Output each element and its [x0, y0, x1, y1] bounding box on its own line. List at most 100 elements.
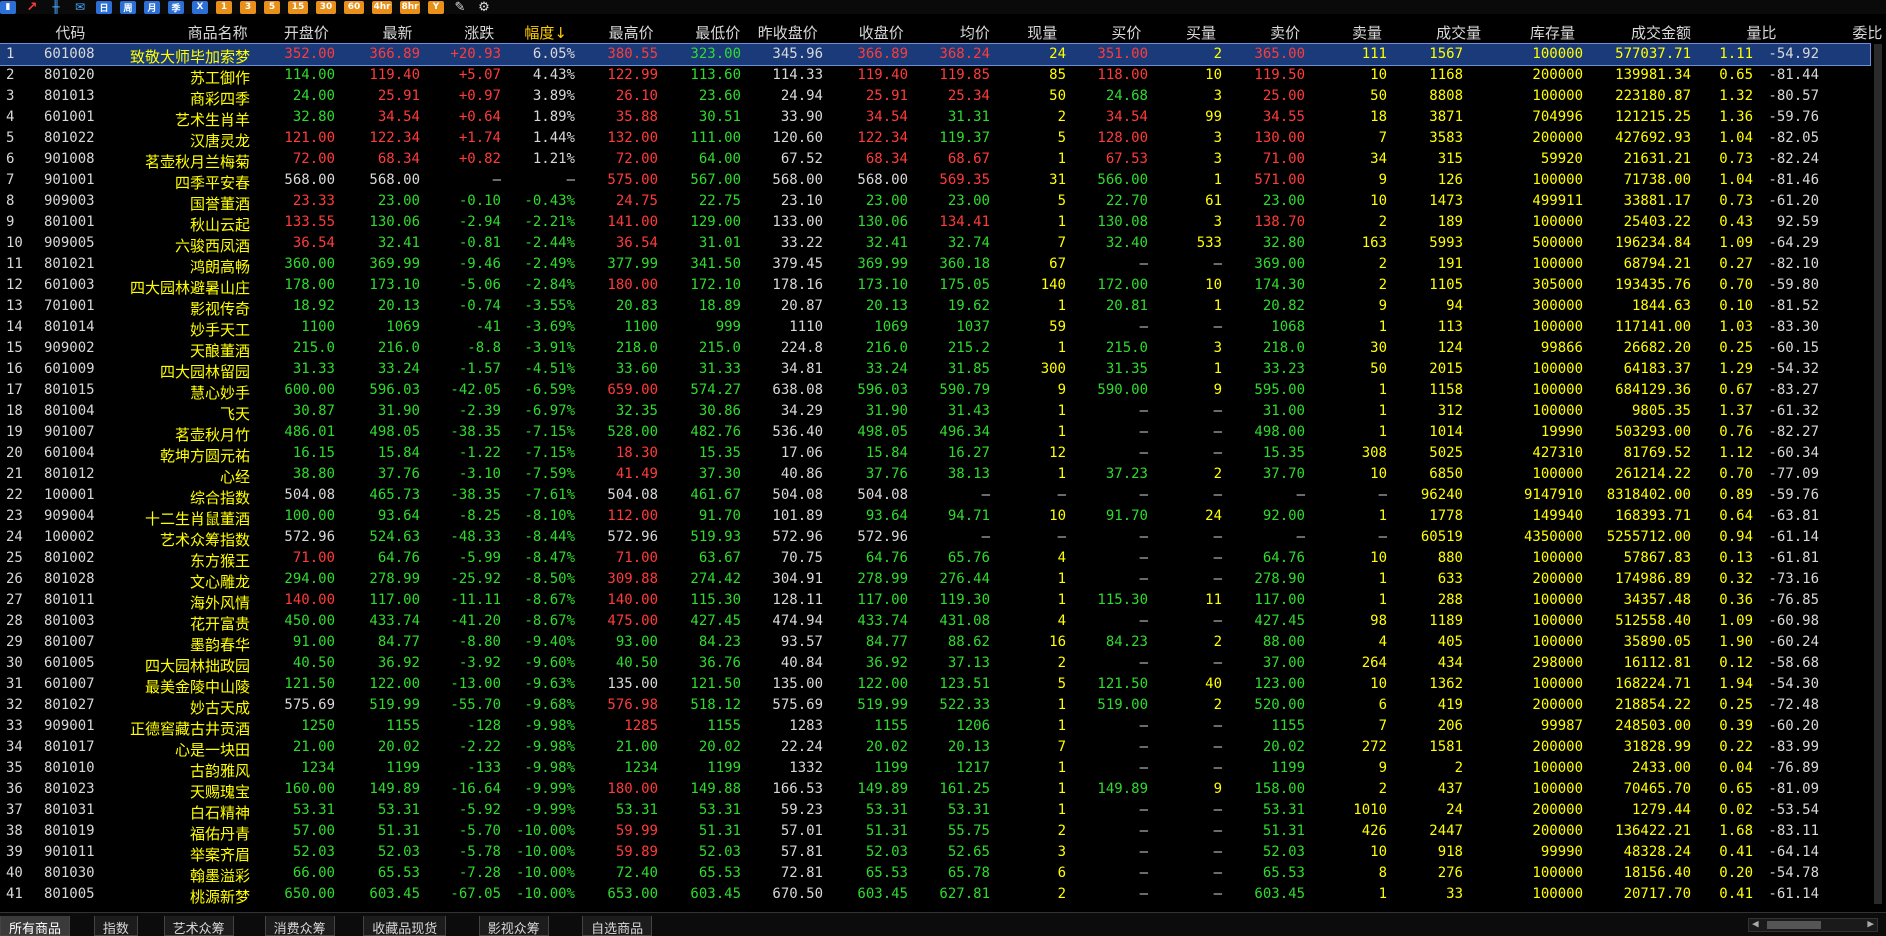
header-change[interactable]: 涨跌 — [464, 22, 494, 43]
header-bid-price[interactable]: 买价 — [1111, 22, 1141, 43]
header-ask-qty[interactable]: 卖量 — [1352, 22, 1382, 43]
table-row[interactable]: 7 901001 四季平安春 568.00 568.00 — — 575.00 567.00 56… — [0, 170, 1870, 192]
table-row[interactable]: 37 801031 白石精神 53.31 53.31 -5.92 -9.99% 53.31 53… — [0, 800, 1870, 822]
table-row[interactable]: 22 100001 综合指数 504.08 465.73 -38.35 -7.61% 504.… — [0, 485, 1870, 507]
table-row[interactable]: 18 801004 飞天 30.87 31.90 -2.39 -6.97% 32.35 30.8… — [0, 401, 1870, 423]
header-prev-close[interactable]: 昨收盘价 — [758, 22, 818, 43]
header-code[interactable]: 代码 — [55, 22, 85, 43]
period-5m-icon[interactable]: 5 — [264, 0, 280, 14]
table-row[interactable]: 35 801010 古韵雅风 1234 1199 -133 -9.98% 1234 1199 13… — [0, 758, 1870, 780]
horizontal-scrollbar-thumb[interactable] — [1767, 921, 1821, 929]
table-row[interactable]: 9 801001 秋山云起 133.55 130.06 -2.94 -2.21% 141.00… — [0, 212, 1870, 234]
scroll-right-icon[interactable]: ▶ — [1867, 917, 1874, 930]
header-open-price[interactable]: 开盘价 — [284, 22, 329, 43]
table-row[interactable]: 13 701001 影视传奇 18.92 20.13 -0.74 -3.55% 20.83 18… — [0, 296, 1870, 318]
table-row[interactable]: 29 801007 墨韵春华 91.00 84.77 -8.80 -9.40% 93.00 84… — [0, 632, 1870, 654]
table-row[interactable]: 30 601005 四大园林拙政园 40.50 36.92 -3.92 -9.60% 40.5… — [0, 653, 1870, 675]
table-row[interactable]: 38 801019 福佑丹青 57.00 51.31 -5.70 -10.00% 59.99 5… — [0, 821, 1870, 843]
header-ask-price[interactable]: 卖价 — [1270, 22, 1300, 43]
table-row[interactable]: 27 801011 海外风情 140.00 117.00 -11.11 -8.67% 140.… — [0, 590, 1870, 612]
table-row[interactable]: 32 801027 妙古天成 575.69 519.99 -55.70 -9.68% 576.… — [0, 695, 1870, 717]
kline-chart-icon[interactable]: ▮ — [0, 0, 16, 14]
period-60m-icon[interactable]: 60 — [344, 0, 364, 14]
vertical-scrollbar[interactable] — [1872, 44, 1884, 904]
header-change-pct[interactable]: 幅度↓ — [524, 22, 567, 43]
period-season-icon[interactable]: 季 — [168, 0, 184, 14]
table-row[interactable]: 25 801002 东方猴王 71.00 64.76 -5.99 -8.47% 71.00 63… — [0, 548, 1870, 570]
header-turnover[interactable]: 成交金额 — [1631, 22, 1691, 43]
candlestick-icon[interactable]: ╫ — [48, 0, 64, 14]
mail-icon[interactable]: ✉ — [72, 0, 88, 14]
vertical-scrollbar-thumb[interactable] — [1874, 44, 1882, 904]
tab-6[interactable]: 自选商品 — [582, 916, 653, 936]
table-row[interactable]: 11 801021 鸿朗高畅 360.00 369.99 -9.46 -2.49% 377.9… — [0, 254, 1870, 276]
table-row[interactable]: 8 909003 国誉董酒 23.33 23.00 -0.10 -0.43% 24.75 22.… — [0, 191, 1870, 213]
table-row[interactable]: 14 801014 妙手天工 1100 1069 -41 -3.69% 1100 999 1110… — [0, 317, 1870, 339]
table-row[interactable]: 39 901011 举案齐眉 52.03 52.03 -5.78 -10.00% 59.89 5… — [0, 842, 1870, 864]
table-row[interactable]: 23 909004 十二生肖鼠董酒 100.00 93.64 -8.25 -8.10% 112… — [0, 506, 1870, 528]
table-row[interactable]: 15 909002 天酿董酒 215.0 216.0 -8.8 -3.91% 218.0 215… — [0, 338, 1870, 360]
table-row[interactable]: 2 801020 苏工御作 114.00 119.40 +5.07 4.43% 122.99 1… — [0, 65, 1870, 87]
cell-prev-close: 120.60 — [772, 130, 823, 146]
period-week-icon[interactable]: 周 — [120, 0, 136, 14]
line-chart-icon[interactable]: ↗ — [24, 0, 40, 15]
table-row[interactable]: 17 801015 慧心妙手 600.00 596.03 -42.05 -6.59% 659.… — [0, 380, 1870, 402]
period-day-icon[interactable]: 日 — [96, 0, 112, 14]
tab-1[interactable]: 指数 — [93, 916, 138, 936]
period-15m-icon[interactable]: 15 — [288, 0, 308, 14]
header-name[interactable]: 商品名称 — [188, 22, 248, 43]
scroll-left-icon[interactable]: ◀ — [1752, 917, 1759, 930]
header-current-volume[interactable]: 现量 — [1027, 22, 1057, 43]
table-row[interactable]: 10 909005 六骏西凤酒 36.54 32.41 -0.81 -2.44% 36.54 3… — [0, 233, 1870, 255]
header-inventory[interactable]: 库存量 — [1530, 22, 1575, 43]
header-close-price[interactable]: 收盘价 — [859, 22, 904, 43]
table-row[interactable]: 16 601009 四大园林留园 31.33 33.24 -1.57 -4.51% 33.60… — [0, 359, 1870, 381]
tab-2[interactable]: 艺术众筹 — [163, 916, 234, 936]
table-row[interactable]: 19 901007 茗壶秋月竹 486.01 498.05 -38.35 -7.15% 528… — [0, 422, 1870, 444]
table-row[interactable]: 4 601001 艺术生肖羊 32.80 34.54 +0.64 1.89% 35.88 30.… — [0, 107, 1870, 129]
header-volume-ratio[interactable]: 量比 — [1746, 22, 1776, 43]
tab-4[interactable]: 收藏品现货 — [363, 916, 447, 936]
table-row[interactable]: 28 801003 花开富贵 450.00 433.74 -41.20 -8.67% 475.… — [0, 611, 1870, 633]
header-high-price[interactable]: 最高价 — [609, 22, 654, 43]
table-row[interactable]: 20 601004 乾坤方圆元祐 16.15 15.84 -1.22 -7.15% 18.30… — [0, 443, 1870, 465]
header-bid-qty[interactable]: 买量 — [1186, 22, 1216, 43]
header-low-price[interactable]: 最低价 — [695, 22, 740, 43]
cell-ask-qty: 10 — [1370, 844, 1387, 860]
table-row[interactable]: 1 601008 致敬大师毕加索梦 352.00 366.89 +20.93 6.05% 38… — [0, 43, 1871, 66]
period-year2-icon[interactable]: Y — [428, 0, 444, 14]
table-row[interactable]: 12 601003 四大园林避暑山庄 178.00 173.10 -5.06 -2.84% 1… — [0, 275, 1870, 297]
header-last-price[interactable]: 最新 — [382, 22, 412, 43]
period-month-icon[interactable]: 月 — [144, 0, 160, 14]
header-total-volume[interactable]: 成交量 — [1436, 22, 1481, 43]
period-year-icon[interactable]: X — [192, 0, 208, 14]
table-row[interactable]: 40 801030 翰墨溢彩 66.00 65.53 -7.28 -10.00% 72.40 6… — [0, 863, 1870, 885]
cell-bid-qty: 2 — [1213, 697, 1222, 713]
tab-3[interactable]: 消费众筹 — [264, 916, 335, 936]
period-1m-icon[interactable]: 1 — [216, 0, 232, 14]
period-8hr-icon[interactable]: 8hr — [400, 0, 420, 14]
header-order-ratio[interactable]: 委比 >> — [1852, 22, 1886, 43]
table-row[interactable]: 6 901008 茗壶秋月兰梅菊 72.00 68.34 +0.82 1.21% 72.00 6… — [0, 149, 1870, 171]
table-row[interactable]: 31 601007 最美金陵中山陵 121.50 122.00 -13.00 -9.63% 1… — [0, 674, 1870, 696]
tab-5[interactable]: 影视众筹 — [478, 916, 549, 936]
table-row[interactable]: 21 801012 心经 38.80 37.76 -3.10 -7.59% 41.49 37.3… — [0, 464, 1870, 486]
cell-row-index: 25 — [6, 550, 23, 566]
table-row[interactable]: 24 100002 艺术众筹指数 572.96 524.63 -48.33 -8.44% 57… — [0, 527, 1870, 549]
table-row[interactable]: 36 801023 天赐瑰宝 160.00 149.89 -16.64 -9.99% 180.… — [0, 779, 1870, 801]
cell-change-pct: -9.99% — [524, 781, 575, 797]
table-row[interactable]: 3 801013 商彩四季 24.00 25.91 +0.97 3.89% 26.10 23.6… — [0, 86, 1870, 108]
table-row[interactable]: 33 909001 正德窖藏古井贡酒 1250 1155 -128 -9.98% 1285 11… — [0, 716, 1870, 738]
horizontal-scrollbar[interactable]: ◀ ▶ — [1748, 917, 1878, 932]
table-row[interactable]: 34 801017 心是一块田 21.00 20.02 -2.22 -9.98% 21.00 2… — [0, 737, 1870, 759]
period-3m-icon[interactable]: 3 — [240, 0, 256, 14]
settings-gear-icon[interactable]: ⚙ — [476, 0, 492, 15]
table-row[interactable]: 26 801028 文心雕龙 294.00 278.99 -25.92 -8.50% 309.… — [0, 569, 1870, 591]
draw-tool-icon[interactable]: ✎ — [452, 0, 468, 15]
tab-0[interactable]: 所有商品 — [0, 916, 71, 936]
table-row[interactable]: 5 801022 汉唐灵龙 121.00 122.34 +1.74 1.44% 132.00 1… — [0, 128, 1870, 150]
header-avg-price[interactable]: 均价 — [960, 22, 990, 43]
table-row[interactable]: 41 801005 桃源新梦 650.00 603.45 -67.05 -10.00% 653… — [0, 884, 1870, 906]
period-4hr-icon[interactable]: 4hr — [372, 0, 392, 14]
period-30m-icon[interactable]: 30 — [316, 0, 336, 14]
